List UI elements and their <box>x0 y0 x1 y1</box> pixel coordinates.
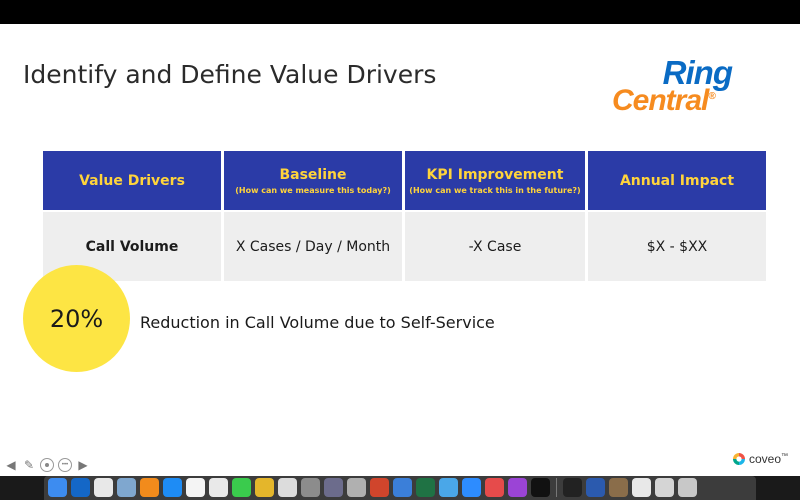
table-row: Call Volume X Cases / Day / Month -X Cas… <box>43 212 767 281</box>
dock-powerpoint-icon[interactable] <box>370 478 389 497</box>
header-sublabel: (How can we track this in the future?) <box>409 185 581 195</box>
header-value-drivers: Value Drivers <box>43 151 221 210</box>
previous-slide-icon[interactable]: ◀ <box>4 458 18 472</box>
coveo-tm: ™ <box>781 453 789 460</box>
coveo-mark-icon <box>733 453 745 465</box>
dock-word-icon[interactable] <box>586 478 605 497</box>
header-label: KPI Improvement <box>426 166 564 183</box>
dock-system-preferences-icon[interactable] <box>301 478 320 497</box>
dock-icons <box>48 478 697 497</box>
dock-launchpad-icon[interactable] <box>324 478 343 497</box>
header-label: Annual Impact <box>619 172 735 189</box>
logo-central-text: Central® <box>612 84 716 118</box>
dock-outlook-icon[interactable] <box>71 478 90 497</box>
coveo-name-text: coveo <box>749 452 782 466</box>
presentation-controls: ◀ ✎ ••• ▶ <box>4 457 90 473</box>
dock-zoom-icon[interactable] <box>462 478 481 497</box>
logo-registered-mark: ® <box>708 91 715 102</box>
header-kpi-improvement: KPI Improvement (How can we track this i… <box>405 151 585 210</box>
dock-chrome-icon[interactable] <box>278 478 297 497</box>
dock-excel-icon[interactable] <box>416 478 435 497</box>
slide-title: Identify and Define Value Drivers <box>23 60 437 89</box>
stat-circle: 20% <box>23 265 130 372</box>
stat-description: Reduction in Call Volume due to Self-Ser… <box>140 313 495 332</box>
value-drivers-table: Value Drivers Baseline (How can we measu… <box>43 151 767 281</box>
pointer-glyph <box>45 463 49 467</box>
dock-xcode-icon[interactable] <box>393 478 412 497</box>
dock-safari-icon[interactable] <box>347 478 366 497</box>
pen-tool-icon[interactable]: ✎ <box>22 458 36 472</box>
dock-app-blue-icon[interactable] <box>439 478 458 497</box>
cell-baseline: X Cases / Day / Month <box>224 212 402 281</box>
coveo-wordmark: coveo™ <box>749 452 788 466</box>
dock-photos-icon[interactable] <box>255 478 274 497</box>
more-options-icon[interactable]: ••• <box>58 458 72 472</box>
header-label: Baseline <box>279 166 347 183</box>
header-label: Value Drivers <box>79 172 185 189</box>
dock-app-brown-icon[interactable] <box>609 478 628 497</box>
dock-calendar-icon[interactable] <box>186 478 205 497</box>
dock-finder-icon[interactable] <box>48 478 67 497</box>
presentation-slide: Identify and Define Value Drivers Ring C… <box>0 24 800 476</box>
dock-messages-icon[interactable] <box>232 478 251 497</box>
coveo-logo: coveo™ <box>732 452 788 466</box>
header-annual-impact: Annual Impact <box>588 151 766 210</box>
table-header-row: Value Drivers Baseline (How can we measu… <box>43 151 767 210</box>
pointer-options-icon[interactable] <box>40 458 54 472</box>
header-baseline: Baseline (How can we measure this today?… <box>224 151 402 210</box>
stat-value: 20% <box>49 304 104 333</box>
cell-annual-impact: $X - $XX <box>588 212 766 281</box>
ringcentral-logo: Ring Central® <box>612 54 762 122</box>
dock-app-red-icon[interactable] <box>485 478 504 497</box>
dock-preview-icon[interactable] <box>117 478 136 497</box>
dock-window-a-icon[interactable] <box>632 478 651 497</box>
dock-apple-tv-icon[interactable] <box>531 478 550 497</box>
macos-dock <box>0 476 800 500</box>
dock-trash-icon[interactable] <box>678 478 697 497</box>
dock-separator <box>556 478 557 497</box>
dock-slack-icon[interactable] <box>94 478 113 497</box>
dock-terminal-icon[interactable] <box>563 478 582 497</box>
dock-window-b-icon[interactable] <box>655 478 674 497</box>
logo-central-word: Central <box>612 84 709 117</box>
dock-app-orange-icon[interactable] <box>140 478 159 497</box>
top-letterbox <box>0 0 800 24</box>
next-slide-icon[interactable]: ▶ <box>76 458 90 472</box>
header-sublabel: (How can we measure this today?) <box>235 185 391 195</box>
cell-kpi-improvement: -X Case <box>405 212 585 281</box>
dock-podcasts-icon[interactable] <box>508 478 527 497</box>
dock-reminders-icon[interactable] <box>209 478 228 497</box>
dock-app-store-icon[interactable] <box>163 478 182 497</box>
